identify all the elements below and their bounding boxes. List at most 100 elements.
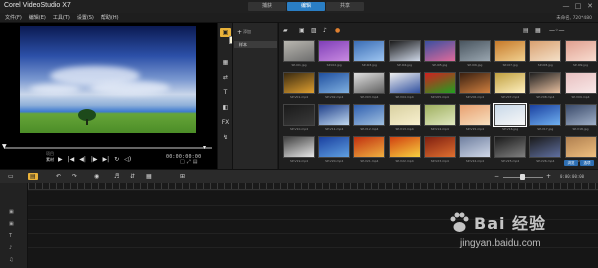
- thumbnail-view-icon[interactable]: ▦: [535, 27, 541, 34]
- library-thumbnail[interactable]: SP-I03.jpg: [353, 40, 386, 69]
- library-thumbnail[interactable]: SP-I07.jpg: [494, 40, 527, 69]
- timeline-ruler[interactable]: [28, 183, 598, 190]
- library-thumbnail[interactable]: SP-V13.mp4: [388, 104, 421, 133]
- library-thumbnail[interactable]: SP-V06.mp4: [458, 72, 491, 101]
- import-folder-icon[interactable]: ▰: [283, 27, 288, 34]
- zoom-in-icon[interactable]: +: [546, 173, 551, 180]
- library-thumbnail[interactable]: SP-V07.mp4: [494, 72, 527, 101]
- mode-clip[interactable]: 素材: [46, 157, 54, 163]
- library-thumbnail[interactable]: SP-V19.mp4: [283, 136, 315, 165]
- title-track-icon[interactable]: T: [9, 233, 12, 239]
- thumbnail-image[interactable]: [529, 72, 562, 94]
- thumbnail-image[interactable]: [529, 40, 562, 62]
- library-thumbnail[interactable]: SP-V22.mp4: [388, 136, 421, 165]
- thumbnail-image[interactable]: [388, 40, 421, 62]
- menu-help[interactable]: 帮助(H): [101, 14, 119, 21]
- menu-tools[interactable]: 工具(T): [53, 14, 70, 21]
- tab-edit[interactable]: 编辑: [287, 2, 325, 11]
- thumbnail-image[interactable]: [353, 40, 386, 62]
- thumbnail-image[interactable]: [494, 72, 527, 94]
- music-track-icon[interactable]: ♫: [9, 257, 13, 263]
- photo-filter-icon[interactable]: ▨: [311, 27, 317, 34]
- trim-marker[interactable]: ▾: [203, 144, 206, 151]
- tab-capture[interactable]: 捕获: [248, 2, 286, 11]
- motion-tracking-icon[interactable]: ▦: [146, 173, 152, 180]
- storyboard-view-icon[interactable]: ▭: [8, 173, 14, 180]
- thumbnail-image[interactable]: [494, 40, 527, 62]
- thumbnail-image[interactable]: [283, 72, 315, 94]
- library-thumbnail[interactable]: SP-V23.mp4: [423, 136, 456, 165]
- scrubber-track[interactable]: [4, 147, 212, 149]
- title-icon[interactable]: T: [220, 88, 231, 97]
- tab-share[interactable]: 共享: [326, 2, 364, 11]
- thumbnail-image[interactable]: [318, 40, 351, 62]
- library-thumbnail[interactable]: SP-I09.jpg: [564, 40, 597, 69]
- library-thumbnail[interactable]: SP-V12.mp4: [353, 104, 386, 133]
- thumbnail-image[interactable]: [423, 136, 456, 158]
- audio-filter-icon[interactable]: ♪: [323, 27, 327, 34]
- end-icon[interactable]: ▶|: [103, 156, 110, 163]
- thumbnail-image[interactable]: [318, 104, 351, 126]
- library-thumbnail[interactable]: SP-I06.jpg: [458, 40, 491, 69]
- zoom-slider-handle[interactable]: [520, 174, 525, 180]
- preview-window[interactable]: [20, 26, 196, 133]
- library-thumbnail[interactable]: SP-V24.mp4: [458, 136, 491, 165]
- thumbnail-image[interactable]: [388, 104, 421, 126]
- instant-project-icon[interactable]: ▦: [220, 58, 231, 67]
- library-thumbnail[interactable]: SP-V25.mp4: [494, 136, 527, 165]
- library-thumbnail[interactable]: SP-V15.mp4: [458, 104, 491, 133]
- library-thumbnail[interactable]: SP-V04.mp4: [388, 72, 421, 101]
- subtitle-editor-icon[interactable]: ⊞: [180, 173, 185, 180]
- home-icon[interactable]: |◀: [68, 156, 75, 163]
- add-folder-label[interactable]: 添加: [243, 29, 251, 35]
- menu-file[interactable]: 文件(F): [5, 14, 22, 21]
- menu-edit[interactable]: 编辑(E): [29, 14, 46, 21]
- library-thumbnail[interactable]: SP-I05.jpg: [423, 40, 456, 69]
- library-thumbnail[interactable]: SP-V01.mp4: [283, 72, 315, 101]
- browse-button[interactable]: 浏览: [564, 160, 578, 166]
- library-thumbnail[interactable]: SP-V14.mp4: [423, 104, 456, 133]
- library-thumbnail[interactable]: SP-V02.mp4: [318, 72, 351, 101]
- thumbnail-image[interactable]: [388, 136, 421, 158]
- record-icon[interactable]: ◉: [94, 173, 99, 180]
- auto-music-icon[interactable]: ⇵: [130, 173, 135, 180]
- next-frame-icon[interactable]: |▶: [91, 156, 98, 163]
- thumbnail-image[interactable]: [458, 104, 491, 126]
- thumbnail-image[interactable]: [423, 104, 456, 126]
- library-thumbnail[interactable]: SP-V20.mp4: [318, 136, 351, 165]
- library-thumbnail[interactable]: SP-I01.jpg: [283, 40, 315, 69]
- thumbnail-image[interactable]: [318, 72, 351, 94]
- repeat-icon[interactable]: ↻: [114, 156, 119, 163]
- sort-icon[interactable]: ●: [335, 27, 340, 34]
- hd-icon[interactable]: □: [180, 159, 185, 165]
- graphic-icon[interactable]: ◧: [220, 103, 231, 112]
- thumbnail-image[interactable]: [353, 136, 386, 158]
- close-button[interactable]: ✕: [586, 2, 594, 10]
- timeline-view-icon[interactable]: ▤: [28, 173, 38, 180]
- thumbnail-image[interactable]: [353, 72, 386, 94]
- add-folder-icon[interactable]: +: [237, 29, 242, 36]
- sound-mixer-icon[interactable]: ♬: [114, 173, 119, 180]
- volume-icon[interactable]: ◁): [124, 156, 131, 163]
- video-filter-icon[interactable]: ▣: [299, 27, 305, 34]
- thumbnail-image[interactable]: [283, 104, 315, 126]
- thumbnail-image[interactable]: [564, 136, 597, 158]
- library-thumbnail[interactable]: SP-V08.mp4: [529, 72, 562, 101]
- transition-icon[interactable]: ⇄: [220, 73, 231, 82]
- thumbnail-image[interactable]: [458, 40, 491, 62]
- redo-icon[interactable]: ↷: [72, 173, 77, 180]
- thumbnail-image[interactable]: [564, 40, 597, 62]
- options-button[interactable]: 选项: [580, 160, 594, 166]
- thumbnail-image[interactable]: [529, 104, 562, 126]
- thumbnail-image[interactable]: [493, 103, 528, 127]
- thumbnail-image[interactable]: [353, 104, 386, 126]
- library-thumbnail[interactable]: SP-I02.jpg: [318, 40, 351, 69]
- library-thumbnail[interactable]: SP-V26.mp4: [529, 136, 562, 165]
- thumbnail-image[interactable]: [458, 72, 491, 94]
- list-view-icon[interactable]: ▤: [523, 27, 529, 34]
- voice-track-icon[interactable]: ♪: [9, 245, 12, 251]
- undo-icon[interactable]: ↶: [56, 173, 61, 180]
- minimize-button[interactable]: —: [562, 2, 570, 10]
- thumbnail-image[interactable]: [458, 136, 491, 158]
- library-thumbnail[interactable]: SP-V16.jpg: [493, 103, 528, 133]
